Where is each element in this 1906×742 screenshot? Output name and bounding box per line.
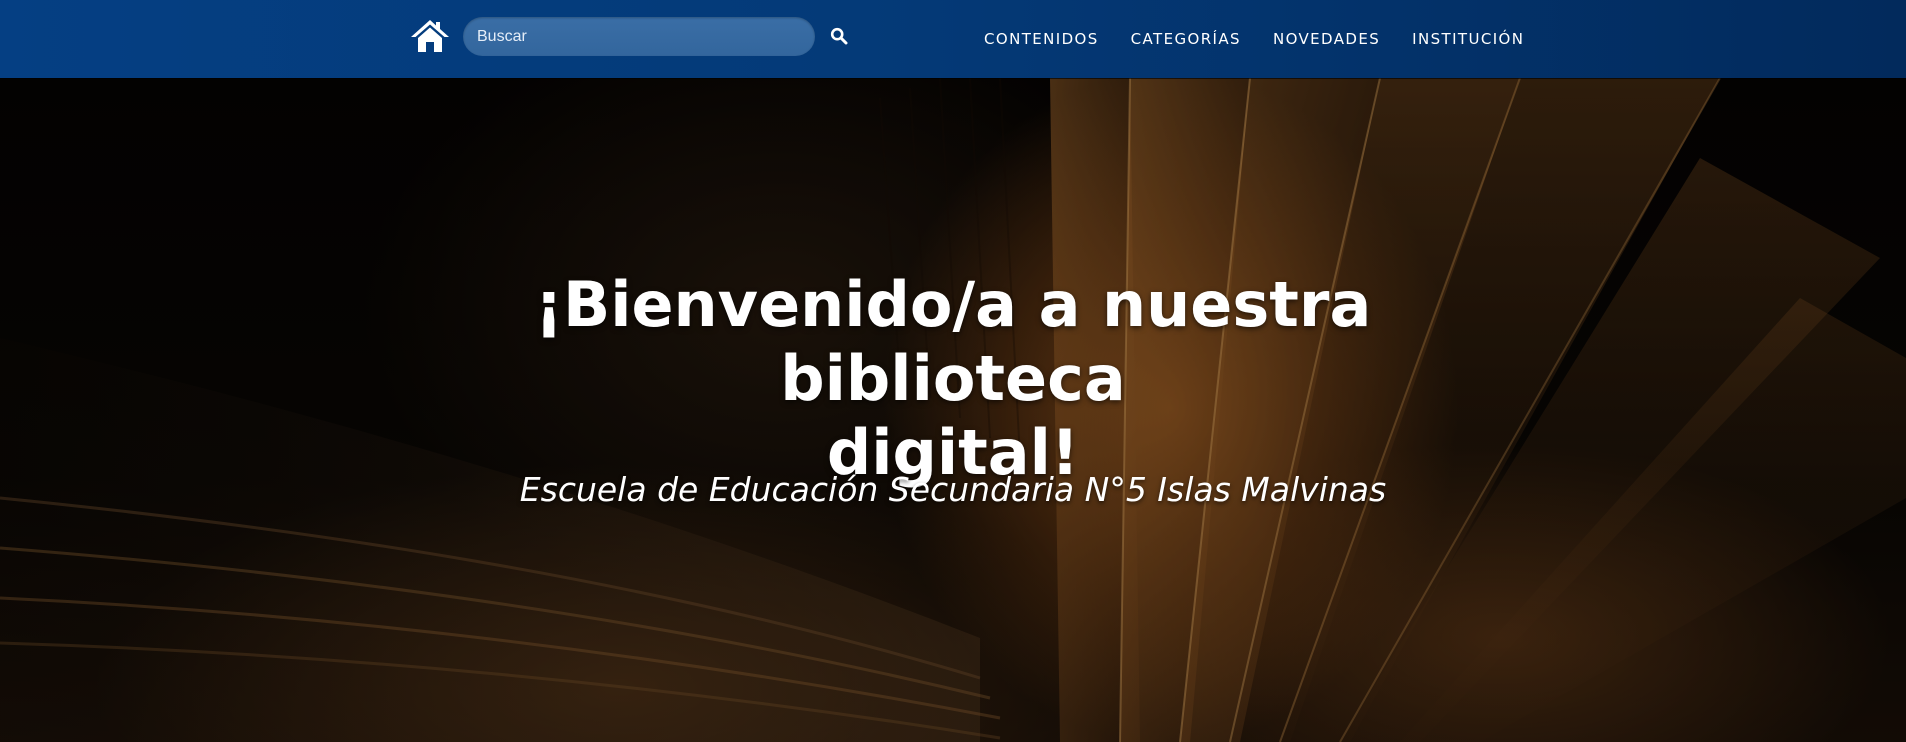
hero-subtitle: Escuela de Educación Secundaria N°5 Isla… — [519, 470, 1387, 509]
top-navbar: CONTENIDOS CATEGORÍAS NOVEDADES INSTITUC… — [0, 0, 1906, 78]
nav-item-novedades[interactable]: NOVEDADES — [1273, 30, 1380, 48]
hero-title-line1: ¡Bienvenido/a a nuestra biblioteca — [534, 268, 1372, 415]
nav-item-contenidos[interactable]: CONTENIDOS — [984, 30, 1099, 48]
main-menu: CONTENIDOS CATEGORÍAS NOVEDADES INSTITUC… — [984, 0, 1524, 78]
nav-item-institucion[interactable]: INSTITUCIÓN — [1412, 30, 1524, 48]
home-link[interactable] — [410, 18, 450, 54]
search-input[interactable] — [463, 17, 815, 56]
search-box — [463, 17, 815, 56]
search-button[interactable] — [828, 26, 850, 48]
nav-item-categorias[interactable]: CATEGORÍAS — [1131, 30, 1241, 48]
hero-banner: ¡Bienvenido/a a nuestra biblioteca digit… — [0, 78, 1906, 742]
hero-title: ¡Bienvenido/a a nuestra biblioteca digit… — [353, 268, 1553, 490]
home-icon — [411, 20, 449, 52]
search-icon — [830, 27, 848, 44]
